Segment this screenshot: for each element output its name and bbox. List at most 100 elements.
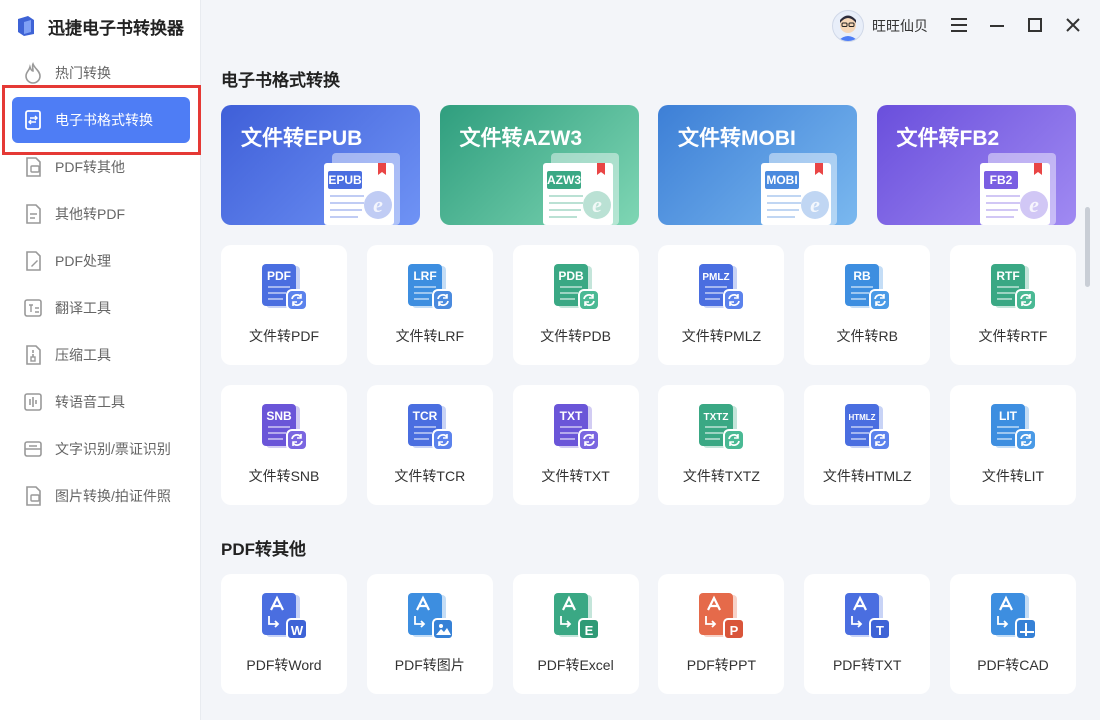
username[interactable]: 旺旺仙贝 — [872, 16, 928, 36]
card-label: PDF转TXT — [832, 657, 902, 673]
card-label: 文件转LRF — [395, 328, 465, 344]
format-card-txt[interactable]: TXT 文件转TXT — [512, 385, 639, 505]
format-card-htmlz[interactable]: HTMLZ 文件转HTMLZ — [804, 385, 931, 505]
sidebar-item-compress[interactable]: 压缩工具 — [12, 332, 190, 378]
pdf-file-icon: PDF — [262, 264, 308, 311]
hamburger-icon — [951, 18, 967, 32]
minimize-icon — [990, 25, 1004, 27]
format-card-snb[interactable]: SNB 文件转SNB — [221, 385, 347, 505]
file-type-tag: RB — [854, 269, 872, 283]
sidebar-item-label: 转语音工具 — [55, 394, 125, 410]
sidebar-item-label: PDF转其他 — [55, 159, 125, 175]
pmlz-file-icon: PMLZ — [699, 264, 746, 311]
ebook-convert-icon — [22, 109, 44, 131]
file-type-tag: PDF — [267, 269, 291, 283]
pdf-convert-cad-icon — [991, 593, 1037, 640]
svg-text:e: e — [592, 192, 602, 217]
pdf-card-0[interactable]: W PDF转Word — [221, 574, 347, 694]
scrollbar-thumb[interactable] — [1085, 207, 1090, 287]
format-card-rb[interactable]: RB 文件转RB — [804, 245, 931, 365]
user-profile[interactable]: 旺旺仙贝 — [832, 10, 928, 42]
file-type-tag: RTF — [996, 269, 1019, 283]
format-card-pdf[interactable]: PDF 文件转PDF — [221, 245, 347, 365]
close-button[interactable] — [1060, 12, 1086, 38]
format-card-tcr[interactable]: TCR 文件转TCR — [366, 385, 493, 505]
svg-text:W: W — [291, 623, 304, 638]
format-card-lit[interactable]: LIT 文件转LIT — [950, 385, 1076, 505]
section-title-pdf: PDF转其他 — [221, 540, 306, 559]
card-label: PDF转CAD — [977, 657, 1049, 673]
card-label: PDF转Excel — [537, 657, 614, 673]
app-header: 迅捷电子书转换器 — [14, 12, 184, 40]
sidebar-item-pdf-convert[interactable]: PDF转其他 — [12, 144, 190, 190]
voice-icon — [22, 391, 44, 413]
format-card-pdb[interactable]: PDB 文件转PDB — [512, 245, 639, 365]
card-label: PDF转图片 — [394, 657, 465, 673]
user-avatar-icon — [838, 15, 858, 41]
txt-file-icon: TXT — [553, 404, 600, 451]
svg-text:T: T — [876, 623, 884, 638]
card-label: 文件转PMLZ — [681, 328, 762, 344]
card-label: 文件转SNB — [248, 468, 320, 484]
sidebar-item-label: 压缩工具 — [55, 347, 111, 363]
sidebar-item-to-pdf[interactable]: 其他转PDF — [12, 191, 190, 237]
pdb-file-icon: PDB — [553, 264, 600, 311]
banner-title: 文件转EPUB — [241, 127, 363, 150]
pdf-card-3[interactable]: P PDF转PPT — [658, 574, 785, 694]
ebook-illustration-icon: AZW3 e — [542, 153, 619, 225]
sidebar-item-label: 图片转换/拍证件照 — [55, 488, 171, 504]
banner-azw3[interactable]: 文件转AZW3 AZW3 e — [439, 105, 639, 225]
file-type-tag: TXT — [559, 409, 582, 423]
snb-file-icon: SNB — [262, 404, 308, 451]
banner-epub[interactable]: 文件转EPUB EPUB e — [221, 105, 420, 225]
sidebar: 迅捷电子书转换器 热门转换电子书格式转换 PDF转其他其他转PDF PDF处理翻译工… — [0, 0, 201, 720]
file-type-tag: TXTZ — [704, 412, 729, 423]
format-card-txtz[interactable]: TXTZ 文件转TXTZ — [658, 385, 785, 505]
file-type-tag: HTMLZ — [849, 413, 876, 422]
minimize-button[interactable] — [984, 12, 1010, 38]
banner-title: 文件转AZW3 — [459, 127, 583, 150]
banner-tag: EPUB — [328, 173, 362, 187]
translate-icon — [22, 297, 44, 319]
banner-tag: MOBI — [766, 173, 797, 187]
banner-mobi[interactable]: 文件转MOBI MOBI e — [658, 105, 857, 225]
pdf-card-2[interactable]: E PDF转Excel — [512, 574, 639, 694]
sidebar-item-label: 热门转换 — [55, 65, 111, 81]
file-type-tag: LRF — [413, 269, 436, 283]
card-label: 文件转TCR — [394, 468, 466, 484]
avatar[interactable] — [832, 10, 864, 42]
sidebar-item-label: 文字识别/票证识别 — [55, 441, 171, 457]
pdf-convert-e-icon: E — [553, 593, 600, 640]
lit-file-icon: LIT — [991, 404, 1037, 451]
format-card-rtf[interactable]: RTF 文件转RTF — [950, 245, 1076, 365]
rb-file-icon: RB — [845, 264, 892, 311]
app-logo-icon — [18, 16, 34, 36]
sidebar-item-ocr[interactable]: 文字识别/票证识别 — [12, 426, 190, 472]
close-icon — [1066, 18, 1080, 32]
sidebar-item-image[interactable]: 图片转换/拍证件照 — [12, 473, 190, 519]
svg-text:e: e — [1029, 192, 1039, 217]
sidebar-item-pdf-edit[interactable]: PDF处理 — [12, 238, 190, 284]
file-type-tag: PMLZ — [703, 272, 730, 283]
pdf-convert-t-icon: T — [845, 593, 892, 640]
sidebar-item-voice[interactable]: 转语音工具 — [12, 379, 190, 425]
sidebar-item-ebook-convert[interactable]: 电子书格式转换 — [12, 97, 190, 143]
menu-button[interactable] — [946, 12, 972, 38]
maximize-button[interactable] — [1022, 12, 1048, 38]
maximize-icon — [1028, 18, 1042, 32]
pdf-card-4[interactable]: T PDF转TXT — [804, 574, 931, 694]
pdf-card-1[interactable]: PDF转图片 — [366, 574, 493, 694]
pdf-card-5[interactable]: PDF转CAD — [950, 574, 1076, 694]
format-card-pmlz[interactable]: PMLZ 文件转PMLZ — [658, 245, 785, 365]
card-label: 文件转LIT — [981, 468, 1045, 484]
rtf-file-icon: RTF — [991, 264, 1037, 311]
sidebar-item-label: 电子书格式转换 — [55, 112, 153, 128]
sidebar-item-label: 翻译工具 — [55, 300, 111, 316]
banner-fb2[interactable]: 文件转FB2 FB2 e — [876, 105, 1076, 225]
sidebar-item-flame[interactable]: 热门转换 — [12, 50, 190, 96]
sidebar-item-translate[interactable]: 翻译工具 — [12, 285, 190, 331]
image-icon — [22, 485, 44, 507]
card-label: PDF转PPT — [686, 657, 756, 673]
pdf-convert-p-icon: P — [699, 593, 746, 640]
format-card-lrf[interactable]: LRF 文件转LRF — [366, 245, 493, 365]
